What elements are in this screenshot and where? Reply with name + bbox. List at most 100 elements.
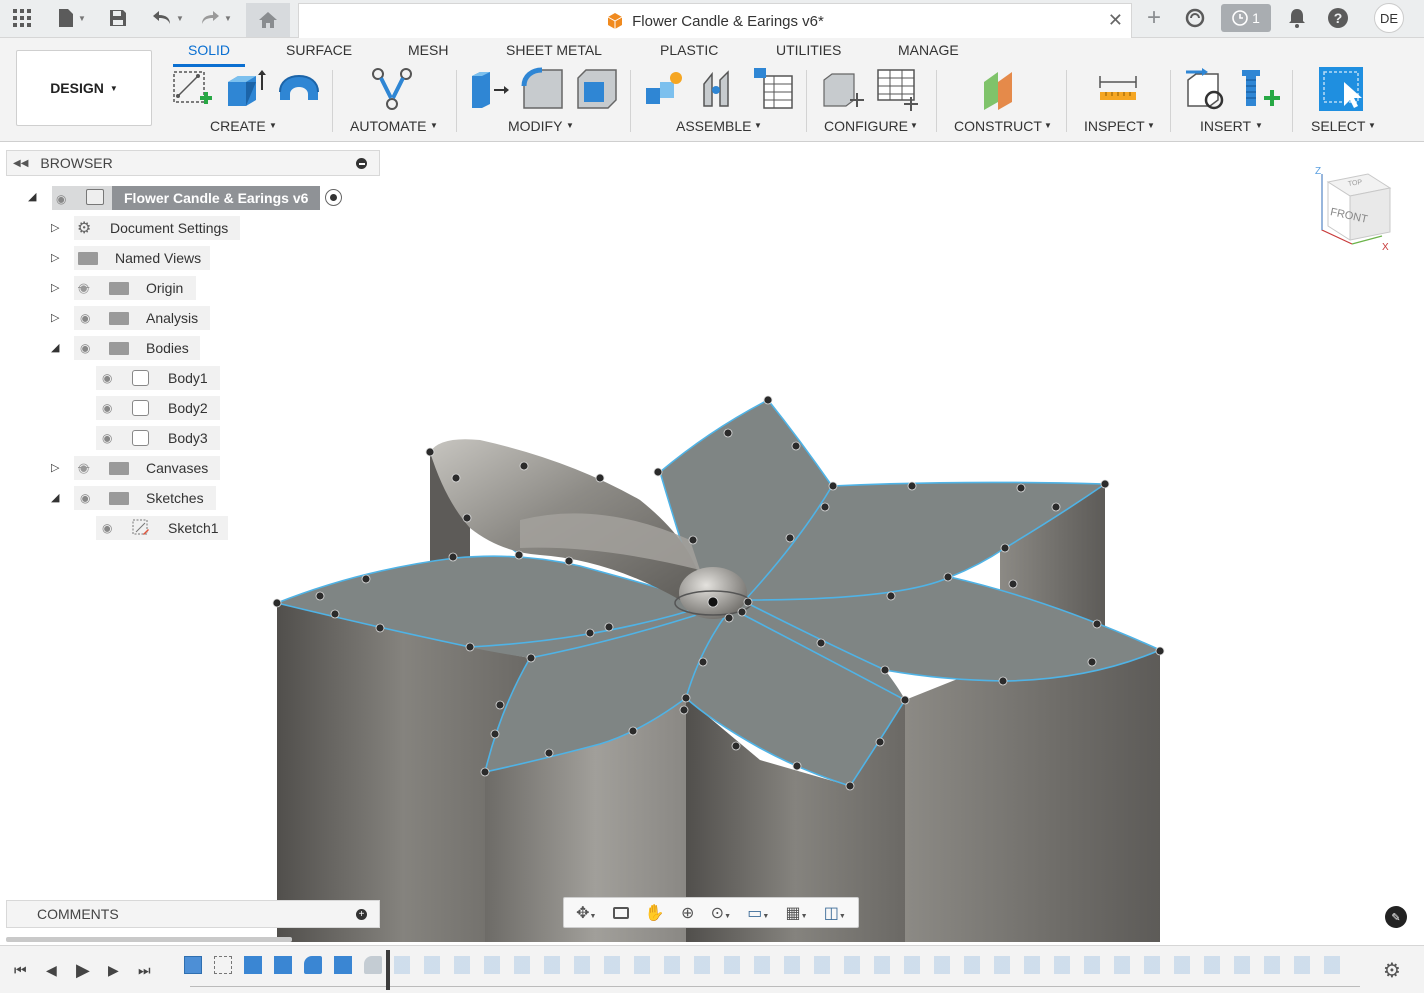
tab-solid[interactable]: SOLID: [188, 42, 230, 58]
expand-triangle-icon[interactable]: ▷: [51, 461, 59, 474]
eye-hidden-icon[interactable]: ◉: [78, 460, 89, 476]
workspace-switcher-button[interactable]: DESIGN ▼: [16, 50, 152, 126]
collapse-triangle-icon[interactable]: ◢: [51, 491, 59, 504]
eye-icon[interactable]: ◉: [80, 311, 90, 325]
eye-hidden-icon[interactable]: ◉: [78, 280, 89, 296]
undo-icon[interactable]: ▼: [148, 0, 188, 36]
grid-settings-icon[interactable]: ▦▼: [786, 903, 808, 923]
group-automate[interactable]: AUTOMATE: [350, 118, 427, 134]
timeline-prev-icon[interactable]: ◀: [46, 962, 57, 979]
timeline-fillet-icon[interactable]: [304, 956, 322, 974]
look-at-icon[interactable]: [612, 906, 629, 919]
collapse-triangle-icon[interactable]: ◢: [28, 190, 36, 203]
measure-icon[interactable]: [1096, 66, 1142, 112]
joint-icon[interactable]: [696, 66, 742, 112]
configuration-table-icon[interactable]: [874, 66, 920, 112]
eye-icon[interactable]: ◉: [102, 371, 112, 385]
viewports-icon[interactable]: ◫▼: [824, 903, 846, 923]
eye-icon[interactable]: ◉: [80, 341, 90, 355]
browser-minimize-icon[interactable]: [356, 158, 367, 169]
add-comment-icon[interactable]: +: [356, 909, 367, 920]
tab-sheet-metal[interactable]: SHEET METAL: [506, 42, 602, 58]
feedback-icon[interactable]: ✎: [1385, 906, 1407, 928]
tab-plastic[interactable]: PLASTIC: [660, 42, 718, 58]
zoom-icon[interactable]: ⊕: [681, 903, 694, 923]
group-select[interactable]: SELECT: [1311, 118, 1365, 134]
create-sketch-icon[interactable]: [170, 66, 216, 112]
configure-icon[interactable]: [820, 66, 866, 112]
press-pull-icon[interactable]: [468, 66, 514, 112]
revolve-icon[interactable]: [276, 66, 322, 112]
comments-panel[interactable]: COMMENTS +: [6, 900, 380, 928]
fit-zoom-icon[interactable]: ⊙▼: [711, 903, 731, 923]
tab-surface[interactable]: SURFACE: [286, 42, 352, 58]
expand-triangle-icon[interactable]: ▷: [51, 281, 59, 294]
panel-scrollbar[interactable]: [6, 937, 292, 942]
timeline-play-icon[interactable]: ▶: [76, 960, 90, 981]
tab-utilities[interactable]: UTILITIES: [776, 42, 841, 58]
pan-hand-icon[interactable]: ✋: [645, 903, 665, 923]
group-modify[interactable]: MODIFY: [508, 118, 562, 134]
timeline-sketch-icon[interactable]: [214, 956, 232, 974]
active-component-radio-icon[interactable]: [325, 189, 342, 206]
display-settings-icon[interactable]: ▭▼: [747, 903, 769, 923]
tab-manage[interactable]: MANAGE: [898, 42, 959, 58]
new-tab-icon[interactable]: +: [1140, 0, 1168, 36]
eye-icon[interactable]: ◉: [56, 192, 66, 206]
redo-icon[interactable]: ▼: [196, 0, 236, 36]
eye-icon[interactable]: ◉: [80, 491, 90, 505]
select-icon[interactable]: [1318, 66, 1364, 112]
root-component-label[interactable]: Flower Candle & Earings v6: [124, 190, 308, 206]
eye-icon[interactable]: ◉: [102, 431, 112, 445]
close-tab-icon[interactable]: ✕: [1108, 10, 1123, 31]
group-assemble[interactable]: ASSEMBLE: [676, 118, 751, 134]
new-component-icon[interactable]: [642, 66, 688, 112]
document-tab[interactable]: Flower Candle & Earings v6* ✕: [298, 3, 1132, 38]
offset-plane-icon[interactable]: [980, 66, 1026, 112]
help-icon[interactable]: ?: [1326, 0, 1350, 36]
expand-triangle-icon[interactable]: ▷: [51, 251, 59, 264]
insert-mcmaster-icon[interactable]: [1238, 66, 1284, 112]
timeline-marker[interactable]: [386, 950, 390, 990]
timeline-extrude-icon[interactable]: [274, 956, 292, 974]
eye-icon[interactable]: ◉: [102, 521, 112, 535]
timeline-track[interactable]: [190, 986, 1360, 987]
shell-icon[interactable]: [574, 66, 620, 112]
app-grid-icon[interactable]: [10, 0, 34, 36]
group-inspect[interactable]: INSPECT: [1084, 118, 1145, 134]
eye-icon[interactable]: ◉: [102, 401, 112, 415]
timeline-settings-gear-icon[interactable]: ⚙: [1383, 958, 1401, 983]
view-cube[interactable]: TOP FRONT Z X: [1310, 166, 1400, 256]
timeline-next-icon[interactable]: ▶: [108, 962, 119, 979]
notifications-bell-icon[interactable]: [1286, 0, 1308, 36]
expand-triangle-icon[interactable]: ▷: [51, 221, 59, 234]
group-create[interactable]: CREATE: [210, 118, 266, 134]
home-button[interactable]: [246, 3, 290, 37]
expand-triangle-icon[interactable]: ▷: [51, 311, 59, 324]
insert-derive-icon[interactable]: [1184, 66, 1230, 112]
timeline-first-icon[interactable]: ⏮: [14, 962, 27, 979]
job-status-button[interactable]: 1: [1221, 4, 1271, 32]
timeline-fillet-icon[interactable]: [364, 956, 382, 974]
timeline-last-icon[interactable]: ⏭: [138, 962, 151, 979]
tab-mesh[interactable]: MESH: [408, 42, 448, 58]
browser-header[interactable]: ◀◀ BROWSER: [6, 150, 380, 176]
fillet-icon[interactable]: [520, 66, 566, 112]
collapse-panel-icon[interactable]: ◀◀: [13, 158, 28, 169]
timeline-canvas-icon[interactable]: [184, 956, 202, 974]
group-insert[interactable]: INSERT: [1200, 118, 1251, 134]
save-icon[interactable]: [106, 0, 130, 36]
extensions-icon[interactable]: [1182, 0, 1208, 36]
collapse-triangle-icon[interactable]: ◢: [51, 341, 59, 354]
extrude-icon[interactable]: [222, 66, 268, 112]
orbit-icon[interactable]: ✥▼: [576, 903, 596, 923]
group-configure[interactable]: CONFIGURE: [824, 118, 908, 134]
automate-icon[interactable]: [370, 66, 416, 112]
group-construct[interactable]: CONSTRUCT: [954, 118, 1042, 134]
user-avatar[interactable]: DE: [1374, 3, 1404, 33]
timeline-extrude-icon[interactable]: [244, 956, 262, 974]
3d-viewport[interactable]: [0, 142, 1424, 942]
timeline-extrude-icon[interactable]: [334, 956, 352, 974]
file-menu-icon[interactable]: ▼: [52, 0, 92, 36]
bill-of-materials-icon[interactable]: [750, 66, 796, 112]
